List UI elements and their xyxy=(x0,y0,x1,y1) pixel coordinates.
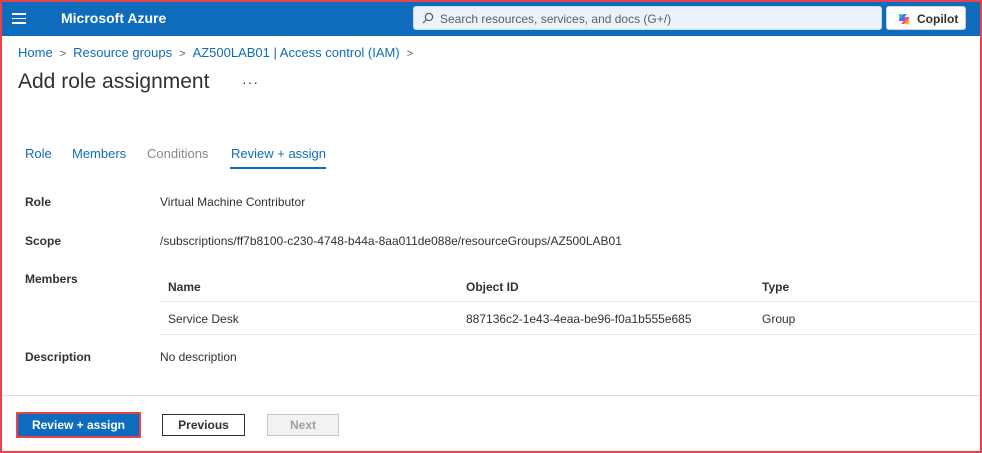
copilot-button[interactable]: Copilot xyxy=(886,6,966,30)
member-object-id: 887136c2-1e43-4eaa-be96-f0a1b555e685 xyxy=(466,312,692,326)
tab-conditions[interactable]: Conditions xyxy=(147,146,208,161)
top-bar: Microsoft Azure Search resources, servic… xyxy=(0,0,982,36)
next-button[interactable]: Next xyxy=(267,414,339,436)
members-label: Members xyxy=(25,272,78,286)
member-type: Group xyxy=(762,312,796,326)
footer-divider xyxy=(0,395,982,396)
role-label: Role xyxy=(25,195,52,209)
page-title: Add role assignment xyxy=(18,70,210,93)
breadcrumb-access-control[interactable]: AZ500LAB01 | Access control (IAM) xyxy=(193,45,400,60)
search-input[interactable]: Search resources, services, and docs (G+… xyxy=(413,6,882,30)
brand-title[interactable]: Microsoft Azure xyxy=(61,10,166,26)
column-header-object-id[interactable]: Object ID xyxy=(466,280,519,294)
tab-members[interactable]: Members xyxy=(72,146,126,161)
hamburger-icon[interactable] xyxy=(12,10,28,26)
breadcrumb-home[interactable]: Home xyxy=(18,45,53,60)
review-assign-button[interactable]: Review + assign xyxy=(16,412,141,438)
more-options-icon[interactable]: ··· xyxy=(242,74,259,90)
scope-value: /subscriptions/ff7b8100-c230-4748-b44a-8… xyxy=(160,234,622,248)
breadcrumb-resource-groups[interactable]: Resource groups xyxy=(73,45,172,60)
column-header-type[interactable]: Type xyxy=(762,280,789,294)
description-label: Description xyxy=(25,350,92,364)
copilot-icon xyxy=(898,13,910,25)
column-header-name[interactable]: Name xyxy=(168,280,201,294)
chevron-right-icon: > xyxy=(59,48,67,60)
search-placeholder: Search resources, services, and docs (G+… xyxy=(440,12,672,26)
table-row: Service Desk 887136c2-1e43-4eaa-be96-f0a… xyxy=(160,303,982,335)
tab-role[interactable]: Role xyxy=(25,146,52,161)
breadcrumb: Home > Resource groups > AZ500LAB01 | Access… xyxy=(18,45,420,60)
scope-label: Scope xyxy=(25,234,62,248)
tab-review-assign[interactable]: Review + assign xyxy=(231,146,326,161)
copilot-label: Copilot xyxy=(917,12,959,26)
role-value: Virtual Machine Contributor xyxy=(160,195,306,209)
highlight-frame xyxy=(0,0,982,453)
chevron-right-icon: > xyxy=(179,48,186,60)
search-icon xyxy=(422,12,434,24)
member-name: Service Desk xyxy=(168,312,239,326)
chevron-right-icon: > xyxy=(406,48,414,60)
description-value: No description xyxy=(160,350,237,364)
previous-button[interactable]: Previous xyxy=(162,414,245,436)
table-header: Name Object ID Type xyxy=(160,270,982,302)
active-tab-indicator xyxy=(230,167,326,169)
